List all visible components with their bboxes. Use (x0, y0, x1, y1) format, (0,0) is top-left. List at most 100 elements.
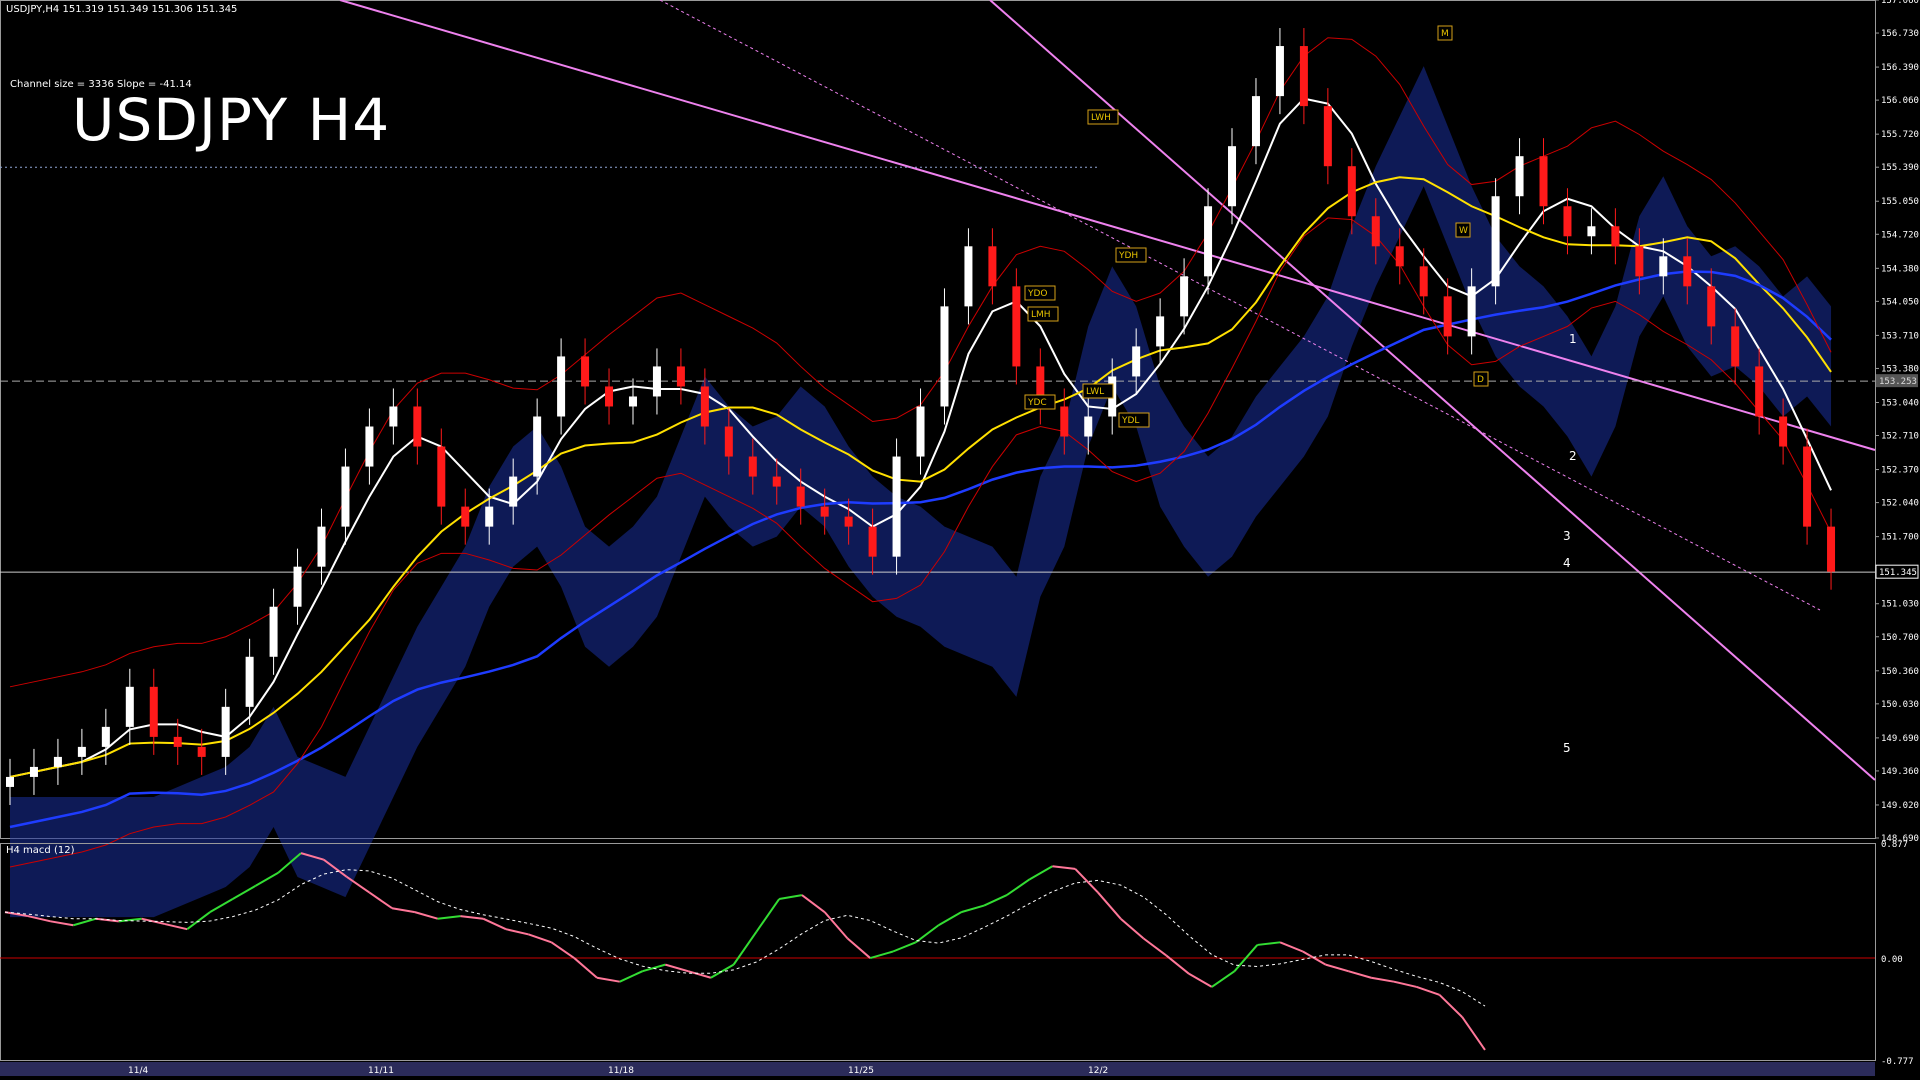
candle-body (149, 686, 158, 737)
macd-line-segment (186, 911, 211, 930)
macd-line-segment (1188, 972, 1213, 988)
macd-line-segment (437, 915, 461, 920)
macd-line-segment (915, 924, 940, 944)
price-tick-label: 157.060 (1881, 0, 1919, 6)
macd-line-segment (892, 941, 917, 953)
candle-body (365, 426, 374, 467)
macd-line-segment (164, 922, 188, 931)
candle-body (221, 706, 230, 757)
ma-slow-line (9, 176, 1832, 778)
level-tag-label: YDC (1027, 398, 1047, 408)
candle-body (605, 386, 614, 407)
candle-body (820, 506, 829, 517)
candle-body (533, 416, 542, 477)
candle-body (868, 526, 877, 557)
macd-line-segment (619, 970, 643, 983)
level-tag-label: 4 (1563, 556, 1571, 570)
macd-line-segment (482, 917, 507, 931)
macd-line-segment (460, 915, 484, 920)
price-tick-label: 150.360 (1881, 667, 1919, 677)
macd-panel: 0.8770.00-0.777 (0, 840, 1914, 1067)
candle-body (1347, 166, 1356, 217)
candle-body (1323, 106, 1332, 167)
macd-line-segment (1461, 1016, 1486, 1051)
macd-line-segment (1052, 865, 1076, 870)
candle-body (1299, 46, 1308, 107)
candle-body (269, 606, 278, 657)
level-tag-label: 3 (1563, 529, 1571, 543)
macd-line-segment (1142, 937, 1167, 957)
macd-line-segment (938, 911, 962, 927)
macd-line-segment (573, 957, 598, 979)
price-tick-label: 154.720 (1881, 230, 1919, 240)
price-tick-label: 156.060 (1881, 96, 1919, 106)
candle-body (844, 516, 853, 527)
macd-line-segment (1029, 865, 1053, 881)
ichimoku-cloud (10, 66, 1832, 918)
candle-body (1755, 366, 1764, 417)
macd-line-segment (254, 871, 279, 887)
candle-body (557, 356, 566, 417)
candle-body (1803, 446, 1812, 527)
level-tag-label: YDH (1118, 251, 1138, 261)
price-tick-label: 153.380 (1881, 364, 1919, 374)
price-tick-label: 155.390 (1881, 163, 1919, 173)
macd-line-segment (1325, 963, 1349, 973)
macd-line-segment (1211, 970, 1236, 988)
candle-body (1635, 246, 1644, 277)
candle-body (1228, 146, 1237, 207)
candle-body (1012, 286, 1021, 367)
macd-line-segment (665, 963, 689, 973)
macd-line-segment (1279, 941, 1304, 953)
candle-body (676, 366, 685, 387)
candle-body (1683, 256, 1692, 287)
candle-body (1084, 416, 1093, 437)
macd-line-segment (232, 885, 256, 900)
candle-body (389, 406, 398, 427)
candle-body (1060, 406, 1069, 437)
price-tick-label: 151.030 (1881, 600, 1919, 610)
macd-line-segment (50, 920, 74, 927)
candle-body (748, 456, 757, 477)
candle-body (1515, 156, 1524, 197)
candle-body (1779, 416, 1788, 447)
candle-body (581, 356, 590, 387)
macd-line-segment (1416, 985, 1440, 996)
macd-line-segment (414, 911, 438, 920)
time-label: 12/2 (1088, 1066, 1108, 1076)
candle-body (652, 366, 661, 397)
candle-body (1467, 286, 1476, 337)
price-tick-label: 154.380 (1881, 264, 1919, 274)
macd-line-segment (869, 950, 894, 960)
candle-body (413, 406, 422, 447)
macd-line-segment (209, 898, 234, 914)
macd-line-segment (73, 917, 97, 927)
candle-body (700, 386, 709, 427)
price-tick-label: 151.700 (1881, 533, 1919, 543)
macd-line-segment (983, 894, 1008, 907)
candle-body (796, 486, 805, 507)
candle-body (628, 396, 637, 407)
macd-line-segment (732, 931, 758, 966)
level-tag-label: 2 (1569, 449, 1577, 463)
candle-body (988, 246, 997, 287)
macd-line-segment (1438, 994, 1463, 1018)
price-tick-label: 154.050 (1881, 297, 1919, 307)
price-tick-label: 152.710 (1881, 432, 1919, 442)
candle-body (77, 746, 86, 757)
candle-body (197, 746, 206, 757)
price-tick-label: 148.690 (1881, 834, 1919, 844)
candle-body (341, 466, 350, 527)
level-tag-label: LMH (1031, 310, 1051, 320)
candle-body (1443, 296, 1452, 337)
macd-line-segment (961, 904, 985, 914)
candle-body (964, 246, 973, 307)
macd-line-segment (710, 963, 735, 979)
candle-body (1251, 96, 1260, 147)
candle-body (1611, 226, 1620, 247)
macd-line-segment (1074, 868, 1099, 894)
candle-body (1395, 246, 1404, 267)
price-axis: 157.060 156.730 156.390 156.060 155.720 155.3… (1875, 0, 1919, 844)
candle-body (1539, 156, 1548, 207)
candle-body (173, 736, 182, 747)
